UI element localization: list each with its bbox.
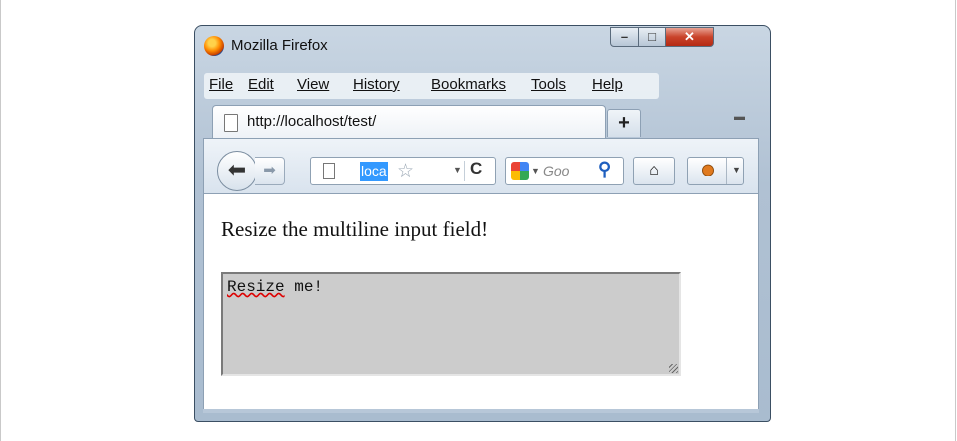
search-engine-dropdown-icon[interactable]: ▼ [531, 166, 540, 176]
firebug-button[interactable]: ▼ [687, 157, 744, 185]
page-content: Resize the multiline input field! Resize… [203, 194, 759, 409]
tab-title: http://localhost/test/ [247, 113, 377, 130]
menu-tools-label: Tools [531, 76, 567, 93]
page-frame-right [955, 0, 956, 441]
window-title: Mozilla Firefox [231, 37, 328, 54]
url-bar[interactable]: loca ☆ ▼ C [310, 157, 496, 185]
home-icon[interactable]: ⌂ [633, 157, 675, 185]
url-divider [464, 161, 465, 181]
menu-edit[interactable]: Edit [248, 76, 274, 93]
back-arrow-icon[interactable]: ⬅ [217, 151, 257, 191]
multiline-textarea[interactable]: Resize me! [221, 272, 681, 376]
search-bar[interactable]: ▼ Goo ⚲ [505, 157, 624, 185]
maximize-button[interactable]: □ [638, 27, 666, 47]
tab-localhost[interactable]: http://localhost/test/ [212, 105, 606, 138]
new-tab-button[interactable]: + [607, 109, 641, 137]
page-icon [224, 114, 238, 132]
menu-help-label: Help [592, 76, 623, 93]
page-heading: Resize the multiline input field! [221, 217, 489, 241]
menu-view[interactable]: View [297, 76, 329, 93]
url-input-selected-text[interactable]: loca [360, 162, 388, 181]
reload-icon[interactable]: C [470, 159, 482, 179]
menu-bar: File Edit View History Bookmarks Tools H… [204, 73, 659, 99]
firebug-dropdown-icon[interactable]: ▼ [732, 165, 741, 175]
textarea-word-rest: me! [284, 278, 324, 296]
window-bottom-border [203, 409, 759, 413]
menu-bookmarks[interactable]: Bookmarks [431, 76, 506, 93]
close-button[interactable]: ✕ [665, 27, 714, 47]
menu-tools[interactable]: Tools [531, 76, 566, 93]
search-input[interactable]: Goo [543, 163, 569, 179]
menu-bookmarks-label: Bookmarks [431, 76, 507, 93]
menu-history-label: History [353, 76, 400, 93]
firebug-icon [700, 164, 716, 176]
firefox-window: Mozilla Firefox – □ ✕ File Edit View His… [194, 25, 771, 422]
url-dropdown-icon[interactable]: ▼ [453, 165, 462, 175]
minimize-button[interactable]: – [610, 27, 639, 47]
page-frame-left [0, 0, 1, 441]
site-identity-icon[interactable] [323, 163, 335, 179]
navigation-toolbar: ⬅ ➡ loca ☆ ▼ C ▼ Goo ⚲ ⌂ ▼ [203, 138, 759, 194]
menu-file[interactable]: File [209, 76, 233, 93]
firebug-divider [726, 158, 727, 184]
tab-list-icon[interactable]: ▬ [734, 112, 745, 123]
title-bar[interactable]: Mozilla Firefox – □ ✕ [195, 26, 770, 62]
resize-grip-icon[interactable] [669, 364, 678, 373]
textarea-word-misspelled: Resize [227, 278, 285, 296]
textarea-value: Resize me! [227, 278, 323, 296]
star-icon[interactable]: ☆ [397, 160, 414, 183]
menu-help[interactable]: Help [592, 76, 623, 93]
google-icon[interactable] [511, 162, 529, 180]
menu-file-label: File [209, 76, 234, 93]
forward-arrow-icon[interactable]: ➡ [255, 157, 285, 185]
menu-history[interactable]: History [353, 76, 400, 93]
firefox-icon [204, 36, 224, 56]
magnifier-icon[interactable]: ⚲ [598, 159, 611, 180]
menu-view-label: View [297, 76, 330, 93]
menu-edit-label: Edit [248, 76, 274, 93]
